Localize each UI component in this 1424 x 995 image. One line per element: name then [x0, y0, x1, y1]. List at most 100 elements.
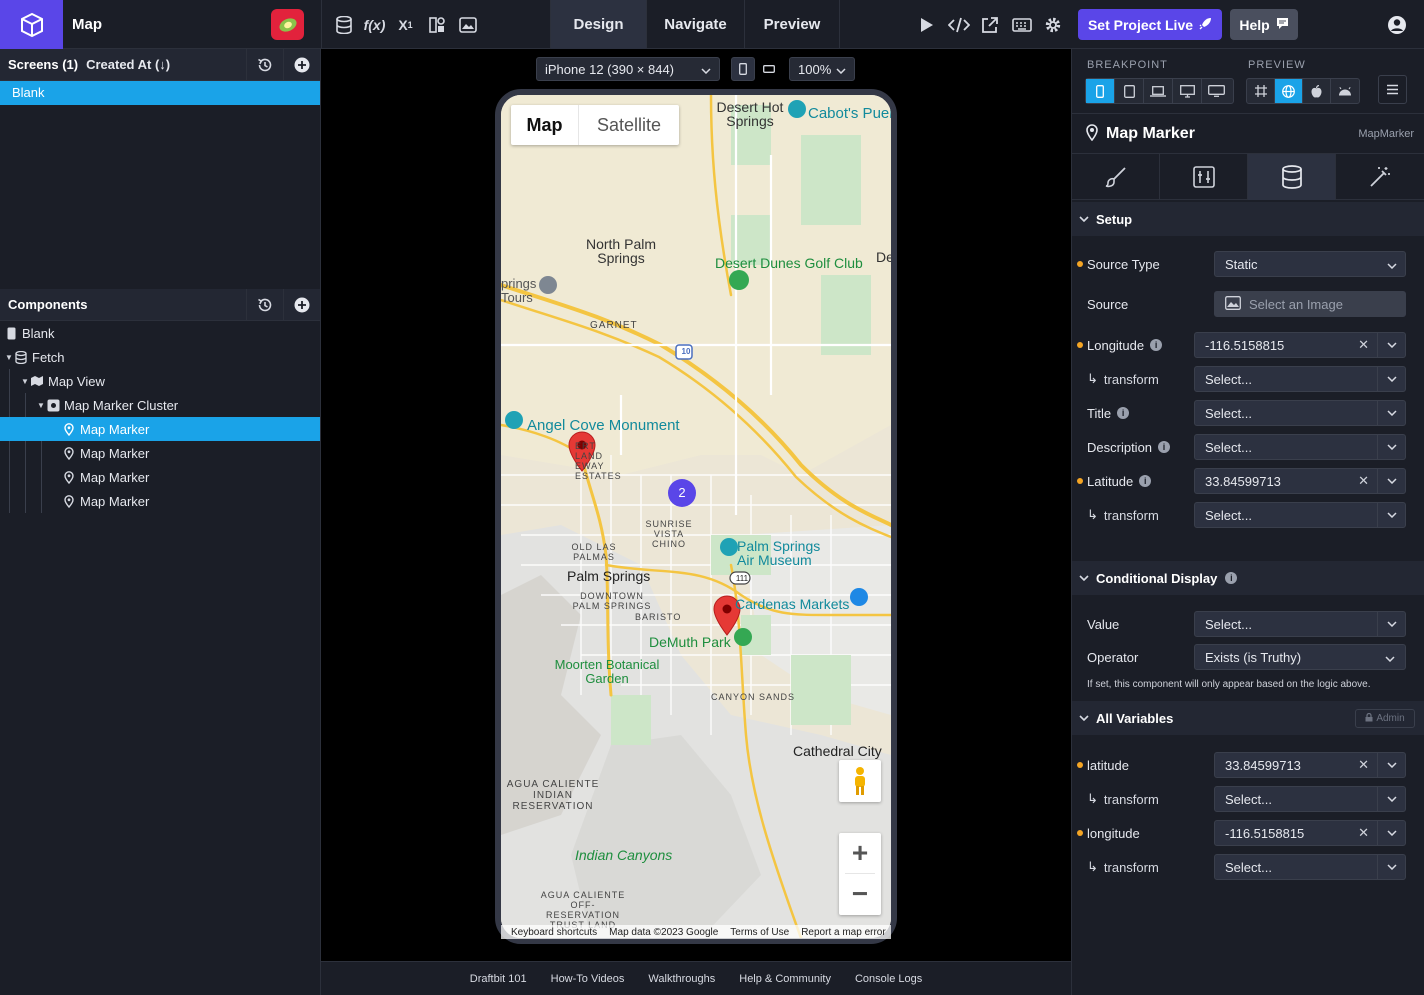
add-component-icon[interactable]: [283, 289, 320, 321]
source-image-picker[interactable]: Select an Image: [1214, 291, 1406, 317]
clear-icon[interactable]: ✕: [1358, 757, 1369, 773]
landscape-toggle[interactable]: [757, 57, 781, 81]
database-icon[interactable]: [333, 14, 355, 36]
breakpoint-desktop-icon[interactable]: [1173, 79, 1202, 103]
map-type-map-button[interactable]: Map: [511, 105, 579, 145]
cluster-count[interactable]: 2: [675, 485, 689, 500]
share-icon[interactable]: [979, 14, 1001, 36]
tree-item-map-marker[interactable]: Map Marker: [0, 417, 320, 441]
info-icon[interactable]: i: [1158, 441, 1171, 453]
footer-link[interactable]: Walkthroughs: [648, 973, 715, 985]
caret-down-icon[interactable]: ▼: [20, 377, 30, 386]
tab-config[interactable]: [1160, 154, 1248, 200]
chevron-down-icon[interactable]: [1377, 503, 1405, 527]
apple-icon[interactable]: [1303, 79, 1332, 103]
screen-item-blank[interactable]: Blank: [0, 81, 320, 105]
gear-icon[interactable]: [1042, 14, 1064, 36]
set-project-live-button[interactable]: Set Project Live: [1078, 9, 1222, 40]
tab-design[interactable]: Design: [550, 0, 646, 49]
assets-icon[interactable]: [426, 14, 448, 36]
source-type-select[interactable]: Static: [1214, 251, 1406, 277]
tree-item-map-marker[interactable]: Map Marker: [0, 441, 320, 465]
chevron-down-icon[interactable]: [1377, 753, 1405, 777]
chevron-down-icon[interactable]: [1377, 333, 1405, 357]
chevron-down-icon[interactable]: [1377, 435, 1405, 459]
footer-link[interactable]: Draftbit 101: [470, 973, 527, 985]
portrait-toggle[interactable]: [731, 57, 755, 81]
panel-menu-icon[interactable]: [1378, 75, 1407, 104]
play-icon[interactable]: [916, 14, 938, 36]
frame-icon[interactable]: [1247, 79, 1276, 103]
user-account-icon[interactable]: [1386, 14, 1408, 36]
var-latitude-input[interactable]: 33.84599713 ✕: [1214, 752, 1406, 778]
add-screen-icon[interactable]: [283, 49, 320, 81]
tab-style[interactable]: [1072, 154, 1160, 200]
latitude-input[interactable]: 33.84599713 ✕: [1194, 468, 1406, 494]
tree-item-fetch[interactable]: ▼ Fetch: [0, 345, 320, 369]
chevron-down-icon[interactable]: [1377, 787, 1405, 811]
clear-icon[interactable]: ✕: [1358, 337, 1369, 353]
info-icon[interactable]: i: [1150, 339, 1163, 351]
images-icon[interactable]: [457, 14, 479, 36]
map-footer-link[interactable]: Terms of Use: [730, 927, 789, 938]
screens-sort[interactable]: Created At (↓): [86, 57, 170, 72]
tab-data[interactable]: [1248, 154, 1336, 200]
clear-icon[interactable]: ✕: [1358, 473, 1369, 489]
info-icon[interactable]: i: [1225, 572, 1238, 584]
footer-link[interactable]: How-To Videos: [551, 973, 625, 985]
chevron-down-icon[interactable]: [1377, 821, 1405, 845]
longitude-transform-select[interactable]: Select...: [1194, 366, 1406, 392]
breakpoint-tablet-icon[interactable]: [1115, 79, 1144, 103]
map-type-satellite-button[interactable]: Satellite: [579, 105, 679, 145]
tab-preview[interactable]: Preview: [744, 0, 840, 49]
tree-item-blank[interactable]: Blank: [0, 321, 320, 345]
tree-item-map-view[interactable]: ▼ Map View: [0, 369, 320, 393]
subscript-icon[interactable]: X1: [395, 14, 417, 36]
conditional-display-header[interactable]: Conditional Display i: [1072, 561, 1424, 595]
breakpoint-laptop-icon[interactable]: [1144, 79, 1173, 103]
setup-section-header[interactable]: Setup: [1072, 202, 1424, 236]
tree-item-map-marker-cluster[interactable]: ▼ Map Marker Cluster: [0, 393, 320, 417]
breakpoint-wide-icon[interactable]: [1202, 79, 1231, 103]
map-footer-link[interactable]: Report a map error: [801, 927, 885, 938]
web-globe-icon[interactable]: [1275, 79, 1304, 103]
condition-value-select[interactable]: Select...: [1194, 611, 1406, 637]
var-longitude-transform-select[interactable]: Select...: [1214, 854, 1406, 880]
tab-navigate[interactable]: Navigate: [646, 0, 744, 49]
chevron-down-icon[interactable]: [1377, 401, 1405, 425]
tab-actions[interactable]: [1336, 154, 1424, 200]
zoom-in-button[interactable]: +: [839, 833, 881, 873]
caret-down-icon[interactable]: ▼: [36, 401, 46, 410]
street-view-pegman-icon[interactable]: [839, 760, 881, 802]
zoom-out-button[interactable]: −: [839, 874, 881, 914]
map-footer-link[interactable]: Keyboard shortcuts: [511, 927, 597, 938]
chevron-down-icon[interactable]: [1377, 367, 1405, 391]
chevron-down-icon[interactable]: [1377, 612, 1405, 636]
var-latitude-transform-select[interactable]: Select...: [1214, 786, 1406, 812]
tree-item-map-marker[interactable]: Map Marker: [0, 465, 320, 489]
latitude-transform-select[interactable]: Select...: [1194, 502, 1406, 528]
footer-link[interactable]: Help & Community: [739, 973, 831, 985]
caret-down-icon[interactable]: ▼: [4, 353, 14, 362]
help-button[interactable]: Help: [1230, 9, 1298, 40]
chevron-down-icon[interactable]: [1377, 469, 1405, 493]
code-icon[interactable]: [947, 14, 970, 36]
chevron-down-icon[interactable]: [1377, 855, 1405, 879]
zoom-select[interactable]: 100%: [789, 57, 855, 81]
project-avatar[interactable]: [271, 9, 304, 40]
info-icon[interactable]: i: [1117, 407, 1130, 419]
function-icon[interactable]: f(x): [364, 14, 386, 36]
draftbit-logo[interactable]: [0, 0, 63, 49]
var-longitude-input[interactable]: -116.5158815 ✕: [1214, 820, 1406, 846]
info-icon[interactable]: i: [1139, 475, 1152, 487]
longitude-input[interactable]: -116.5158815 ✕: [1194, 332, 1406, 358]
operator-select[interactable]: Exists (is Truthy): [1194, 644, 1406, 670]
clear-icon[interactable]: ✕: [1358, 825, 1369, 841]
history-icon[interactable]: [246, 49, 283, 81]
description-select[interactable]: Select...: [1194, 434, 1406, 460]
keyboard-icon[interactable]: [1011, 14, 1033, 36]
tree-item-map-marker[interactable]: Map Marker: [0, 489, 320, 513]
device-select[interactable]: iPhone 12 (390 × 844): [536, 57, 720, 81]
android-icon[interactable]: [1331, 79, 1359, 103]
breakpoint-phone-icon[interactable]: [1086, 79, 1115, 103]
